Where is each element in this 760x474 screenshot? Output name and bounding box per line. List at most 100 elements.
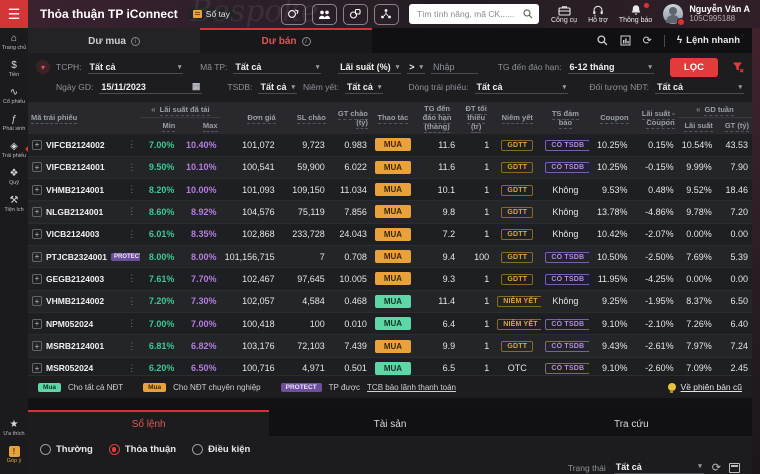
kebab-menu-icon[interactable]: ⋮ [127, 229, 136, 240]
kebab-menu-icon[interactable]: ⋮ [127, 273, 136, 284]
info-icon[interactable]: i [130, 37, 140, 47]
collateral-select[interactable]: Tất cả ▾ [258, 81, 297, 94]
filter-button[interactable]: LỌC [669, 57, 718, 77]
col-week-value[interactable]: GT (tỷ) [724, 121, 749, 133]
money-transfer-app-button[interactable] [280, 3, 306, 25]
expand-row-icon[interactable]: + [32, 139, 42, 150]
expand-row-icon[interactable]: + [32, 296, 42, 307]
col-coupon[interactable]: Coupon [600, 113, 629, 125]
investor-select[interactable]: Tất cả ▾ [654, 81, 744, 94]
chart-icon[interactable] [620, 35, 631, 46]
clear-filter-icon[interactable] [732, 61, 744, 73]
popout-icon[interactable] [729, 462, 740, 473]
support-button[interactable]: Hỗ trợ [588, 5, 608, 24]
kebab-menu-icon[interactable]: ⋮ [127, 363, 136, 374]
col-max[interactable]: Max [202, 121, 218, 133]
expand-row-icon[interactable]: + [32, 229, 42, 240]
buy-button[interactable]: MUA [374, 317, 411, 331]
calendar-icon[interactable]: ▦ [192, 81, 201, 92]
col-value[interactable]: GT chào (tỷ) [337, 108, 368, 129]
sidebar-item-money[interactable]: $ Tiền [0, 55, 28, 82]
maturity-select[interactable]: 6-12 tháng ▾ [567, 61, 654, 74]
radio-order-type-1[interactable]: Thường [40, 444, 93, 455]
kebab-menu-icon[interactable]: ⋮ [127, 139, 136, 150]
bond-code-select[interactable]: Tất cả ▾ [233, 61, 322, 74]
refresh-icon[interactable]: ⟳ [643, 34, 652, 47]
bottom-tab-2[interactable]: Tài sản [269, 410, 511, 436]
kebab-menu-icon[interactable]: ⋮ [127, 296, 136, 307]
rate-field-select[interactable]: Lãi suất (%) ▾ [338, 61, 402, 74]
search-input[interactable] [414, 8, 519, 20]
issuer-select[interactable]: Tất cả ▾ [87, 61, 184, 74]
expand-row-icon[interactable]: + [32, 318, 42, 329]
buy-button[interactable]: MUA [374, 205, 411, 219]
buy-button[interactable]: MUA [374, 160, 411, 174]
collapse-columns-icon[interactable]: « [151, 105, 155, 114]
bottom-tab-1[interactable]: Sổ lệnh [28, 410, 270, 436]
expand-row-icon[interactable]: + [32, 273, 42, 284]
kebab-menu-icon[interactable]: ⋮ [127, 341, 136, 352]
col-maturity[interactable]: TG đến đáo hạn (tháng) [422, 104, 452, 134]
col-collateral[interactable]: TS đảm bảo [551, 108, 579, 129]
radio-order-type-2[interactable]: Thỏa thuận [108, 444, 176, 455]
col-min-invest[interactable]: ĐT tối thiểu (tr) [465, 104, 487, 134]
bottom-tab-3[interactable]: Tra cứu [510, 410, 752, 436]
sidebar-item-funds[interactable]: ❖ Quỹ [0, 163, 28, 190]
buy-button[interactable]: MUA [374, 361, 411, 375]
kebab-menu-icon[interactable]: ⋮ [127, 162, 136, 173]
portfolio-app-button[interactable] [342, 3, 368, 25]
ecosystem-app-button[interactable] [373, 3, 399, 25]
col-listing[interactable]: Niêm yết [501, 113, 533, 125]
col-code[interactable]: Mã trái phiếu [31, 113, 78, 125]
hamburger-menu-icon[interactable]: ☰ [0, 0, 28, 28]
rate-input[interactable]: Nhập [430, 61, 478, 74]
notebook-button[interactable]: Sổ tay [187, 7, 238, 21]
col-rate-group[interactable]: Lãi suất đã tái [159, 105, 210, 117]
col-action[interactable]: Thao tác [377, 113, 409, 125]
col-week-rate[interactable]: Lãi suất [684, 121, 713, 133]
expand-row-icon[interactable]: + [32, 341, 42, 352]
status-select[interactable]: Tất cả ▾ [613, 461, 704, 474]
sidebar-item-derivatives[interactable]: ƒ Phái sinh [0, 109, 28, 136]
buy-button[interactable]: MUA [374, 272, 411, 286]
old-version-link[interactable]: Về phiên bản cũ [667, 382, 742, 394]
kebab-menu-icon[interactable]: ⋮ [127, 184, 136, 195]
kebab-menu-icon[interactable]: ⋮ [127, 206, 136, 217]
refresh-orders-icon[interactable]: ⟳ [712, 461, 721, 474]
buy-button[interactable]: MUA [374, 183, 411, 197]
radio-order-type-3[interactable]: Điều kiện [192, 444, 250, 455]
quick-order-button[interactable]: ϟ Lệnh nhanh [677, 35, 740, 46]
tab-du-mua[interactable]: Dư mua i [28, 28, 200, 54]
sidebar-item-favorites[interactable]: ★ Ưa thích [0, 414, 28, 441]
protect-guarantee-link[interactable]: TCB bảo lãnh thanh toán [367, 383, 456, 392]
col-week-group[interactable]: GD tuần [704, 105, 734, 117]
rate-operator-select[interactable]: > ▾ [407, 61, 425, 74]
buy-button[interactable]: MUA [374, 339, 411, 353]
collapse-columns-icon[interactable]: « [696, 105, 700, 114]
expand-row-icon[interactable]: + [32, 206, 42, 217]
sidebar-item-stocks[interactable]: ∿ Cổ phiếu [0, 82, 28, 109]
col-price[interactable]: Đơn giá [247, 113, 276, 125]
buy-button[interactable]: MUA [374, 250, 411, 264]
bond-line-select[interactable]: Tất cả ▾ [474, 81, 569, 94]
tab-du-ban[interactable]: Dư bán i [200, 28, 372, 54]
sidebar-item-bonds[interactable]: ◈ Trái phiếu [0, 136, 28, 163]
expand-row-icon[interactable]: + [32, 251, 42, 262]
col-qty[interactable]: SL chào [296, 113, 326, 125]
info-icon[interactable]: i [301, 37, 311, 47]
collapse-filters-icon[interactable]: ▾ [36, 60, 50, 75]
buy-button[interactable]: MUA [374, 294, 411, 308]
sidebar-item-utilities[interactable]: ⚒ Tiện ích [0, 190, 28, 217]
table-search-icon[interactable] [597, 35, 608, 46]
sidebar-item-home[interactable]: ⌂ Trang chủ [0, 28, 28, 55]
expand-row-icon[interactable]: + [32, 162, 42, 173]
sidebar-item-feedback[interactable]: ! Góp ý [0, 441, 28, 474]
col-min[interactable]: Min [162, 121, 176, 133]
expand-row-icon[interactable]: + [32, 363, 42, 374]
trade-date-input[interactable]: 15/11/2023 ▦ [99, 80, 203, 95]
kebab-menu-icon[interactable]: ⋮ [127, 318, 136, 329]
buy-button[interactable]: MUA [374, 138, 411, 152]
expand-row-icon[interactable]: + [32, 184, 42, 195]
user-menu[interactable]: Nguyễn Văn A 105C995188 [663, 4, 750, 26]
buy-button[interactable]: MUA [374, 227, 411, 241]
